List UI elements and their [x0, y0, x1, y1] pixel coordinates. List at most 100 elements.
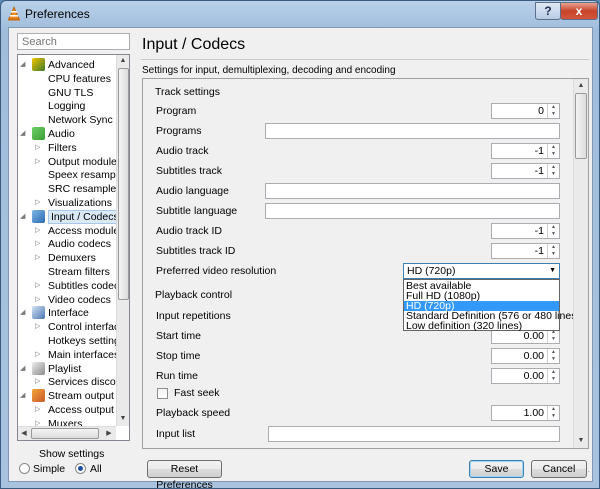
sidebar-item[interactable]: ▷ Filters	[18, 141, 116, 155]
settings-search-input[interactable]	[17, 33, 130, 50]
tree-collapsed-arrow-icon[interactable]: ▷	[35, 237, 45, 251]
settings-vertical-scroll-thumb[interactable]	[575, 93, 587, 159]
scroll-left-icon[interactable]: ◀	[18, 428, 30, 440]
settings-tree: ▷ Muxers ▷ Access output ◢ Stream output ▷ Serv…	[17, 54, 130, 441]
scroll-down-icon[interactable]: ▼	[117, 413, 129, 425]
sidebar-item[interactable]: ▷ Control interfaces	[18, 320, 129, 334]
audio-language-input[interactable]	[265, 183, 560, 199]
spin-arrows-icon[interactable]: ▲▼	[547, 329, 559, 343]
scroll-down-icon[interactable]: ▼	[575, 435, 587, 447]
audio-track-id-spinbox[interactable]: -1 ▲ ▼	[491, 223, 560, 239]
tree-vertical-scrollbar[interactable]: ▲ ▼	[116, 55, 129, 426]
tree-expanded-arrow-icon[interactable]: ◢	[20, 306, 30, 320]
audio-icon	[32, 127, 45, 140]
tree-horizontal-scroll-thumb[interactable]	[31, 428, 99, 439]
sidebar-item[interactable]: ◢ Input / Codecs	[18, 209, 122, 224]
sidebar-item[interactable]: ▷ Services discovery	[18, 375, 129, 389]
spin-arrows-icon[interactable]: ▲▼	[547, 244, 559, 258]
sidebar-item[interactable]: GNU TLS	[18, 86, 116, 100]
tree-collapsed-arrow-icon[interactable]: ▷	[35, 293, 45, 307]
spin-arrows-icon[interactable]: ▲▼	[547, 406, 559, 420]
playback-speed-label: Playback speed	[156, 407, 231, 419]
spin-arrows-icon[interactable]: ▲▼	[547, 144, 559, 158]
simple-radio-label[interactable]: Simple	[33, 463, 65, 475]
sidebar-item[interactable]: ◢ Interface	[18, 306, 116, 320]
settings-scroll-area[interactable]: Track settings Program 0 ▲ ▼ Programs Audi…	[142, 78, 589, 449]
sidebar-item[interactable]: ▷ Demuxers	[18, 251, 116, 265]
tree-horizontal-scrollbar[interactable]: ◀ ▶	[18, 426, 116, 440]
sidebar-item[interactable]: ▷ Main interfaces	[18, 348, 120, 362]
all-radio[interactable]	[75, 463, 86, 474]
subtitles-track-id-spinbox[interactable]: -1 ▲ ▼	[491, 243, 560, 259]
sidebar-item[interactable]: ◢ Advanced	[18, 58, 116, 72]
tree-collapsed-arrow-icon[interactable]: ▷	[35, 251, 45, 265]
spin-arrows-icon[interactable]: ▲▼	[547, 224, 559, 238]
reset-preferences-button[interactable]: Reset Preferences	[147, 460, 222, 489]
tree-collapsed-arrow-icon[interactable]: ▷	[35, 403, 45, 417]
tree-expanded-arrow-icon[interactable]: ◢	[20, 58, 30, 72]
sidebar-item[interactable]: Network Sync	[18, 113, 116, 127]
sidebar-item[interactable]: ▷ Video codecs	[18, 293, 116, 307]
sidebar-item[interactable]: ▷ Visualizations	[18, 196, 116, 210]
sidebar-item-label: Hotkeys settings	[48, 335, 126, 347]
title-bar[interactable]: Preferences ? x	[1, 1, 599, 27]
settings-vertical-scrollbar[interactable]: ▲ ▼	[573, 79, 588, 448]
spin-arrows-icon[interactable]: ▲▼	[547, 164, 559, 178]
scroll-up-icon[interactable]: ▲	[575, 80, 587, 92]
resolution-dropdown-list: Best available Full HD (1080p) HD (720p) St…	[403, 279, 580, 332]
preferred-resolution-select[interactable]: HD (720p) ▼	[403, 263, 560, 279]
audio-track-spinbox[interactable]: -1 ▲ ▼	[491, 143, 560, 159]
input-list-input[interactable]	[268, 426, 560, 442]
tree-expanded-arrow-icon[interactable]: ◢	[20, 389, 30, 403]
spin-arrows-icon[interactable]: ▲▼	[547, 369, 559, 383]
tree-collapsed-arrow-icon[interactable]: ▷	[35, 155, 45, 169]
tree-collapsed-arrow-icon[interactable]: ▷	[35, 196, 45, 210]
programs-input[interactable]	[265, 123, 560, 139]
subtitles-track-spinbox[interactable]: -1 ▲ ▼	[491, 163, 560, 179]
run-time-spinbox[interactable]: 0.00 ▲ ▼	[491, 368, 560, 384]
sidebar-item[interactable]: Stream filters	[18, 265, 116, 279]
tree-collapsed-arrow-icon[interactable]: ▷	[35, 279, 45, 293]
spin-arrows-icon[interactable]: ▲▼	[547, 104, 559, 118]
stop-time-spinbox[interactable]: 0.00 ▲ ▼	[491, 348, 560, 364]
tree-collapsed-arrow-icon[interactable]: ▷	[35, 320, 45, 334]
sidebar-item-label: Main interfaces	[48, 348, 120, 361]
sidebar-item[interactable]: Logging	[18, 99, 116, 113]
playback-speed-spinbox[interactable]: 1.00 ▲ ▼	[491, 405, 560, 421]
subtitle-language-input[interactable]	[265, 203, 560, 219]
scroll-right-icon[interactable]: ▶	[103, 428, 115, 440]
sidebar-item[interactable]: ◢ Audio	[18, 127, 116, 141]
simple-radio[interactable]	[19, 463, 30, 474]
sidebar-item[interactable]: CPU features	[18, 72, 116, 86]
sidebar-item[interactable]: SRC resampler	[18, 182, 120, 196]
tree-collapsed-arrow-icon[interactable]: ▷	[35, 375, 45, 389]
fast-seek-label[interactable]: Fast seek	[174, 387, 220, 399]
tree-expanded-arrow-icon[interactable]: ◢	[20, 210, 30, 224]
help-button[interactable]: ?	[535, 2, 561, 20]
tree-collapsed-arrow-icon[interactable]: ▷	[35, 141, 45, 155]
tree-collapsed-arrow-icon[interactable]: ▷	[35, 348, 45, 362]
sidebar-item[interactable]: Speex resampler	[18, 168, 127, 182]
spin-arrows-icon[interactable]: ▲▼	[547, 349, 559, 363]
all-radio-label[interactable]: All	[90, 463, 102, 475]
program-spinbox[interactable]: 0 ▲ ▼	[491, 103, 560, 119]
sidebar-item[interactable]: ◢ Playlist	[18, 361, 116, 376]
sidebar-item[interactable]: ▷ Audio codecs	[18, 237, 116, 251]
tree-expanded-arrow-icon[interactable]: ◢	[20, 362, 30, 376]
close-button[interactable]: x	[560, 2, 598, 20]
sidebar-item[interactable]: ▷ Access output	[18, 403, 116, 417]
fast-seek-checkbox[interactable]	[157, 388, 168, 399]
tree-expanded-arrow-icon[interactable]: ◢	[20, 127, 30, 141]
save-button[interactable]: Save	[469, 460, 524, 478]
sidebar-item[interactable]: ◢ Stream output	[18, 389, 116, 403]
scroll-up-icon[interactable]: ▲	[117, 55, 129, 67]
sidebar-item[interactable]: Hotkeys settings	[18, 334, 125, 348]
sidebar-item[interactable]: ▷ Output modules	[18, 155, 122, 169]
cancel-button[interactable]: Cancel	[531, 460, 587, 478]
tree-vertical-scroll-thumb[interactable]	[118, 68, 129, 300]
sidebar-item[interactable]: ▷ Access modules	[18, 224, 124, 238]
resize-grip-icon[interactable]: ⋰	[582, 470, 590, 479]
tree-collapsed-arrow-icon[interactable]: ▷	[35, 224, 45, 238]
resolution-option[interactable]: Low definition (320 lines)	[404, 321, 559, 332]
sidebar-item[interactable]: ▷ Subtitles codecs	[18, 279, 124, 293]
